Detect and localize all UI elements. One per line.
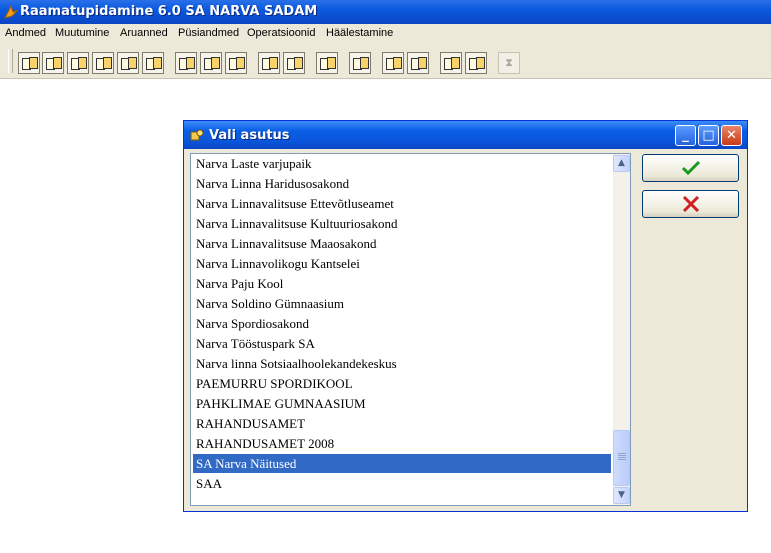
toolbar: ⧗ xyxy=(0,44,771,79)
list-item-selected[interactable]: SA Narva Näitused xyxy=(193,454,611,473)
scroll-thumb[interactable] xyxy=(613,430,630,486)
institution-list[interactable]: Narva Laste varjupaik Narva Linna Haridu… xyxy=(190,153,631,506)
menu-andmed[interactable]: Andmed xyxy=(5,27,46,39)
maximize-button[interactable]: □ xyxy=(698,125,719,146)
dialog-titlebar[interactable]: Vali asutus _ □ ✕ xyxy=(184,121,747,149)
list-item[interactable]: PAHKLIMAE GUMNAASIUM xyxy=(193,394,611,413)
red-x-icon xyxy=(682,196,700,212)
toolbar-button-3[interactable] xyxy=(67,52,89,74)
list-item[interactable]: Narva linna Sotsiaalhoolekandekeskus xyxy=(193,354,611,373)
dialog-title: Vali asutus xyxy=(209,128,290,143)
cancel-button[interactable] xyxy=(642,190,739,218)
app-titlebar[interactable]: Raamatupidamine 6.0 SA NARVA SADAM xyxy=(0,0,771,24)
list-item[interactable]: Narva Linnavalitsuse Kultuuriosakond xyxy=(193,214,611,233)
toolbar-button-8[interactable] xyxy=(200,52,222,74)
chevron-down-icon: ▼ xyxy=(618,490,625,500)
scroll-up-button[interactable]: ▲ xyxy=(613,155,630,172)
toolbar-button-7[interactable] xyxy=(175,52,197,74)
maximize-icon: □ xyxy=(702,128,715,143)
list-item[interactable]: Narva Paju Kool xyxy=(193,274,611,293)
thumb-grip xyxy=(618,453,626,461)
scroll-down-button[interactable]: ▼ xyxy=(613,487,630,504)
toolbar-button-1[interactable] xyxy=(18,52,40,74)
list-item[interactable]: Narva Tööstuspark SA xyxy=(193,334,611,353)
list-item[interactable]: Narva Linnavalitsuse Ettevõtluseamet xyxy=(193,194,611,213)
chevron-up-icon: ▲ xyxy=(618,158,625,168)
toolbar-button-14[interactable] xyxy=(382,52,404,74)
list-item[interactable]: Narva Linna Haridusosakond xyxy=(193,174,611,193)
close-icon: ✕ xyxy=(726,128,737,143)
hourglass-icon: ⧗ xyxy=(505,56,513,69)
toolbar-button-2[interactable] xyxy=(42,52,64,74)
list-item[interactable]: Narva Laste varjupaik xyxy=(193,154,611,173)
menu-bar: Andmed Muutumine Aruanned Püsiandmed Ope… xyxy=(0,24,771,44)
menu-aruanned[interactable]: Aruanned xyxy=(120,27,168,39)
toolbar-button-9[interactable] xyxy=(225,52,247,74)
list-item[interactable]: PAEMURRU SPORDIKOOL xyxy=(193,374,611,393)
green-check-icon xyxy=(681,160,701,176)
menu-pusiandmed[interactable]: Püsiandmed xyxy=(178,27,239,39)
list-item[interactable]: SAA xyxy=(193,474,611,493)
dialog-icon xyxy=(190,129,204,141)
list-item[interactable]: Narva Linnavalitsuse Maaosakond xyxy=(193,234,611,253)
minimize-button[interactable]: _ xyxy=(675,125,696,146)
ok-button[interactable] xyxy=(642,154,739,182)
toolbar-button-15[interactable] xyxy=(407,52,429,74)
toolbar-button-10[interactable] xyxy=(258,52,280,74)
list-item[interactable]: RAHANDUSAMET xyxy=(193,414,611,433)
list-item[interactable]: RAHANDUSAMET 2008 xyxy=(193,434,611,453)
toolbar-button-12[interactable] xyxy=(316,52,338,74)
menu-muutumine[interactable]: Muutumine xyxy=(55,27,109,39)
list-item[interactable]: Narva Soldino Gümnaasium xyxy=(193,294,611,313)
toolbar-button-6[interactable] xyxy=(142,52,164,74)
list-item[interactable]: Narva Linnavolikogu Kantselei xyxy=(193,254,611,273)
app-logo-icon xyxy=(4,4,19,19)
hourglass-button[interactable]: ⧗ xyxy=(498,52,520,74)
toolbar-button-5[interactable] xyxy=(117,52,139,74)
toolbar-button-16[interactable] xyxy=(440,52,462,74)
select-institution-dialog: Vali asutus _ □ ✕ Narva Laste varjupaik … xyxy=(183,120,748,512)
app-title: Raamatupidamine 6.0 SA NARVA SADAM xyxy=(20,4,318,19)
close-button[interactable]: ✕ xyxy=(721,125,742,146)
vertical-scrollbar[interactable]: ▲ ▼ xyxy=(613,154,630,505)
toolbar-grip[interactable] xyxy=(8,49,13,73)
toolbar-button-17[interactable] xyxy=(465,52,487,74)
toolbar-button-4[interactable] xyxy=(92,52,114,74)
minimize-icon: _ xyxy=(682,128,689,143)
toolbar-button-11[interactable] xyxy=(283,52,305,74)
list-item[interactable]: Narva Spordiosakond xyxy=(193,314,611,333)
menu-operatsioonid[interactable]: Operatsioonid xyxy=(247,27,316,39)
menu-haalestamine[interactable]: Häälestamine xyxy=(326,27,393,39)
toolbar-button-13[interactable] xyxy=(349,52,371,74)
